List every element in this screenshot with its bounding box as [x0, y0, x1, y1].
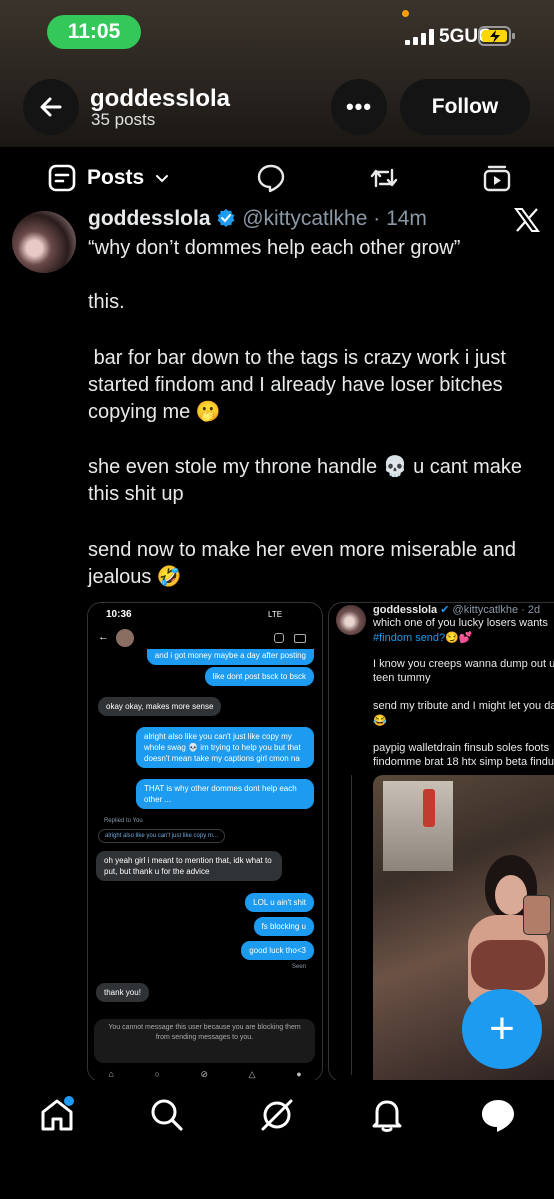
- embed-replied-label: Replied to You: [104, 818, 143, 824]
- signal-icon: [405, 29, 434, 45]
- embed-right-header: goddesslola ✔ @kittycatlkhe · 2d: [373, 603, 540, 616]
- embed-msg-7: fs blocking u: [253, 917, 314, 936]
- embed-right-line-5: send my tribute and I might let you da: [373, 700, 554, 712]
- embed-network: LTE: [268, 610, 283, 619]
- embed-right-line-2: #findom send?😏💕: [373, 632, 473, 644]
- follow-button[interactable]: Follow: [400, 79, 530, 135]
- arrow-left-icon: [40, 97, 62, 117]
- tweet-paragraph-2: bar for bar down to the tags is crazy wo…: [88, 347, 512, 423]
- embed-msg-5: oh yeah girl i meant to mention that, id…: [96, 851, 282, 881]
- tweet-author-name[interactable]: goddesslola: [88, 207, 211, 230]
- verified-badge-icon: [217, 209, 235, 227]
- status-time: 11:05: [47, 15, 141, 49]
- post-count: 35 posts: [91, 110, 156, 129]
- tweet-paragraph-1: this.: [88, 291, 125, 313]
- privacy-indicator-dot: [402, 10, 409, 17]
- tweet-paragraph-4: send now to make her even more miserable…: [88, 539, 522, 588]
- battery-icon: [478, 26, 515, 46]
- embed-right-line-3: I know you creeps wanna dump out u: [373, 658, 554, 670]
- photo-top-shape: [471, 940, 545, 990]
- embed-right-thread-line: [351, 775, 352, 1075]
- embed-right-line-4: teen tummy: [373, 672, 431, 684]
- embed-msg-2: okay okay, makes more sense: [98, 697, 222, 716]
- embed-right-verified-icon: ✔: [440, 604, 450, 616]
- tweet-header: goddesslola @kittycatlkhe · 14m: [88, 207, 427, 231]
- embed-blocked-notice: You cannot message this user because you…: [94, 1019, 315, 1063]
- media-image-dm-screenshot[interactable]: 10:36 LTE ← and i got money maybe a day …: [87, 602, 323, 1082]
- embed-right-avatar: [336, 605, 366, 635]
- tab-reposts-icon[interactable]: [368, 162, 400, 194]
- embed-msg-3: alright also like you can't just like co…: [136, 727, 314, 768]
- embed-time: 10:36: [106, 609, 132, 620]
- embed-right-line-7: paypig walletdrain finsub soles foots: [373, 742, 550, 754]
- tab-posts-label: Posts: [87, 166, 145, 189]
- embed-right-handle: @kittycatlkhe · 2d: [452, 604, 541, 616]
- notifications-bell-icon[interactable]: [367, 1095, 407, 1135]
- compose-button[interactable]: +: [462, 989, 542, 1069]
- tab-media-icon[interactable]: [481, 162, 513, 194]
- search-icon[interactable]: [147, 1095, 187, 1135]
- embed-call-icon: [274, 633, 284, 643]
- photo-phone-shape: [523, 895, 551, 935]
- tab-replies-icon[interactable]: [255, 162, 287, 194]
- embed-msg-top: and i got money maybe a day after postin…: [146, 649, 314, 665]
- chevron-down-icon: [156, 175, 169, 183]
- embed-back-icon: ←: [98, 631, 109, 643]
- photo-wall-shape: [383, 781, 453, 871]
- tweet-handle-time: @kittycatlkhe · 14m: [242, 207, 427, 230]
- embed-right-line-6: 😂: [373, 715, 387, 727]
- embed-seen: Seen: [291, 964, 306, 970]
- tab-posts[interactable]: Posts: [47, 162, 170, 194]
- posts-icon: [48, 164, 76, 192]
- embed-avatar: [116, 629, 134, 647]
- embed-replied-quote: alright also like you can't just like co…: [98, 829, 225, 843]
- embed-msg-6: LOL u ain't shit: [245, 893, 314, 912]
- photo-bottle-shape: [423, 789, 435, 827]
- home-icon[interactable]: [37, 1095, 77, 1135]
- embed-msg-9: thank you!: [96, 983, 149, 1002]
- tweet-quote-line: “why don’t dommes help each other grow”: [88, 237, 461, 259]
- messages-icon[interactable]: [478, 1095, 518, 1135]
- avatar[interactable]: [12, 211, 76, 273]
- more-options-button[interactable]: •••: [331, 79, 387, 135]
- profile-name: goddesslola: [90, 85, 231, 112]
- back-button[interactable]: [23, 79, 79, 135]
- tweet-paragraph-3: she even stole my throne handle 💀 u cant…: [88, 456, 528, 505]
- embed-msg-1: like dont post bsck to bsck: [204, 667, 314, 686]
- x-logo-icon: [514, 208, 540, 232]
- embed-right-line-8: findomme brat 18 htx simp beta findu: [373, 756, 554, 768]
- grok-icon[interactable]: [257, 1095, 297, 1135]
- embed-video-icon: [294, 634, 306, 643]
- embed-right-line-1: which one of you lucky losers wants: [373, 617, 548, 629]
- embed-msg-8: good luck tho<3: [241, 941, 314, 960]
- embed-msg-4: THAT is why other dommes dont help each …: [136, 779, 314, 809]
- embed-right-name: goddesslola: [373, 604, 438, 616]
